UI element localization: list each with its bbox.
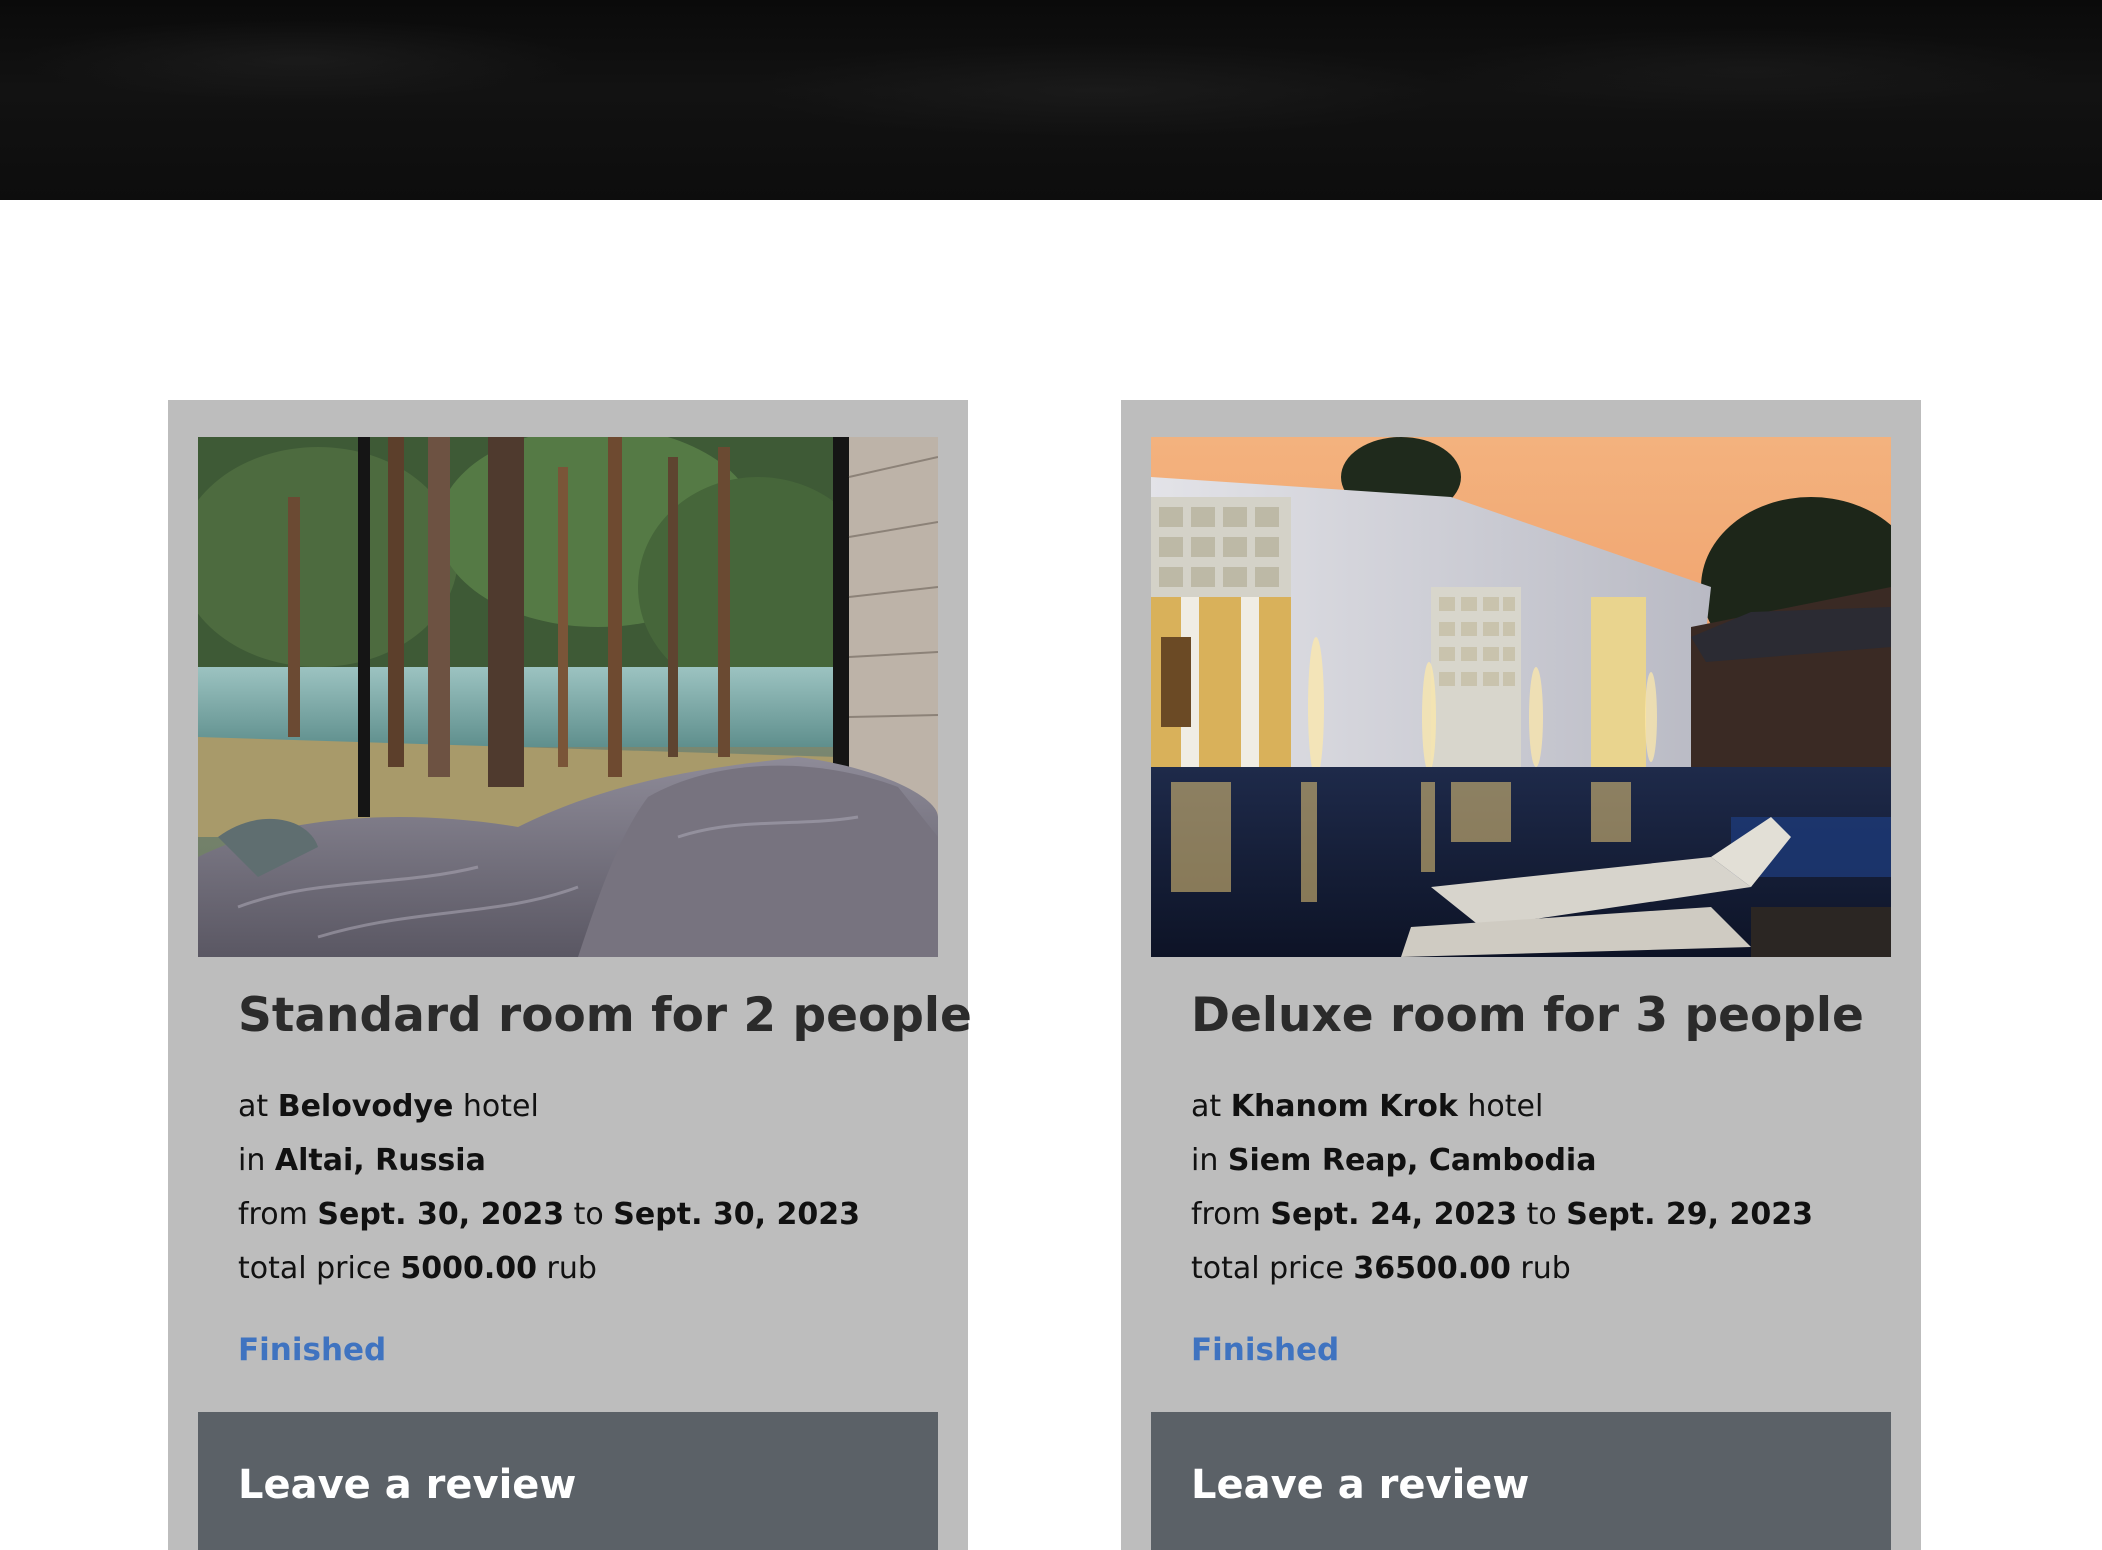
room-photo-pool	[1151, 437, 1891, 957]
date-to: Sept. 29, 2023	[1566, 1197, 1813, 1232]
location: Siem Reap, Cambodia	[1227, 1143, 1597, 1178]
price-line: total price 5000.00 rub	[238, 1251, 597, 1286]
booking-details: at Belovodye hotel in Altai, Russia from…	[238, 1080, 860, 1296]
status-label: Finished	[1191, 1332, 1340, 1368]
location-line: in Siem Reap, Cambodia	[1191, 1143, 1597, 1178]
hotel-name: Belovodye	[277, 1089, 454, 1124]
booking-card: Deluxe room for 3 people at Khanom Krok …	[1121, 400, 1921, 1550]
date-from: Sept. 24, 2023	[1270, 1197, 1518, 1232]
booking-details: at Khanom Krok hotel in Siem Reap, Cambo…	[1191, 1080, 1813, 1296]
room-title: Standard room for 2 people	[238, 988, 972, 1043]
price-line: total price 36500.00 rub	[1191, 1251, 1571, 1286]
leave-review-button[interactable]: Leave a review	[198, 1412, 938, 1550]
hotel-line: at Belovodye hotel	[238, 1089, 539, 1124]
date-to: Sept. 30, 2023	[613, 1197, 860, 1232]
hero-banner	[0, 0, 2102, 200]
room-title: Deluxe room for 3 people	[1191, 988, 1864, 1043]
date-from: Sept. 30, 2023	[317, 1197, 565, 1232]
booking-card: Standard room for 2 people at Belovodye …	[168, 400, 972, 1550]
leave-review-button[interactable]: Leave a review	[1151, 1412, 1891, 1550]
total-price: 36500.00	[1353, 1251, 1511, 1286]
status-label: Finished	[238, 1332, 387, 1368]
leave-review-label: Leave a review	[1191, 1462, 1530, 1508]
leave-review-label: Leave a review	[238, 1462, 577, 1508]
hotel-line: at Khanom Krok hotel	[1191, 1089, 1544, 1124]
hotel-name: Khanom Krok	[1230, 1089, 1458, 1124]
room-photo-forest	[198, 437, 938, 957]
dates-line: from Sept. 24, 2023 to Sept. 29, 2023	[1191, 1197, 1813, 1232]
dates-line: from Sept. 30, 2023 to Sept. 30, 2023	[238, 1197, 860, 1232]
location-line: in Altai, Russia	[238, 1143, 486, 1178]
location: Altai, Russia	[274, 1143, 486, 1178]
total-price: 5000.00	[400, 1251, 537, 1286]
